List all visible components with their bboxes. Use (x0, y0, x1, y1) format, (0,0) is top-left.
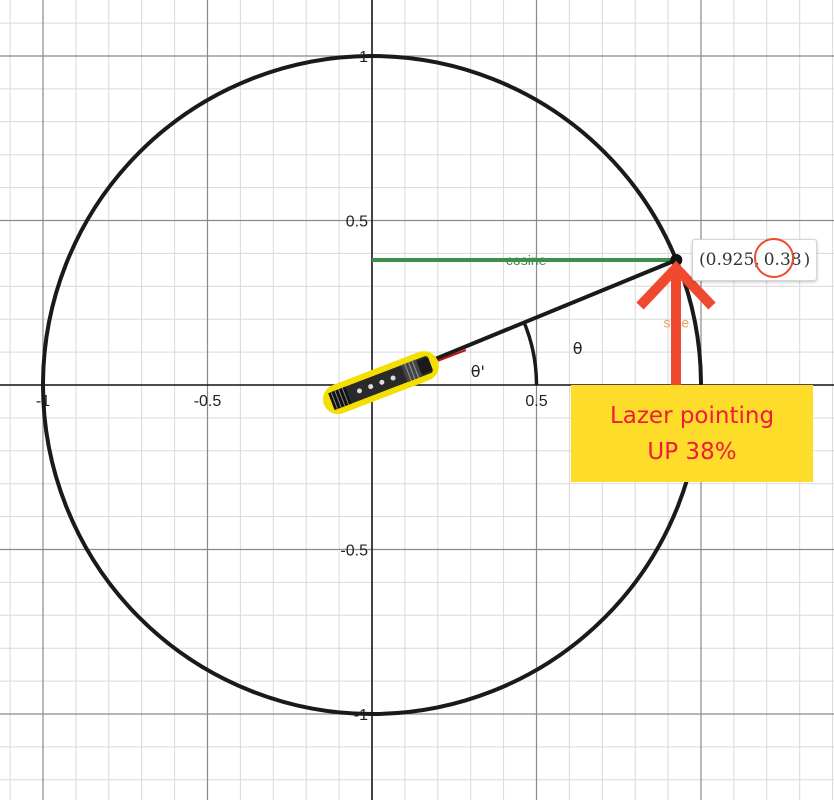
point-coordinate-label: ( 0.925 , 0.38 ) (692, 238, 818, 281)
annotation-note: Lazer pointing UP 38% (571, 385, 813, 482)
cosine-label: cosine (506, 252, 547, 268)
x-tick-label: -0.5 (194, 393, 222, 410)
point-x-value: 0.925 (705, 250, 755, 270)
note-line-2: UP 38% (647, 438, 737, 465)
theta-angle-arc (522, 321, 539, 386)
open-paren: ( (699, 250, 706, 270)
laser-pointer-icon (322, 349, 467, 415)
note-line-1: Lazer pointing (609, 402, 775, 429)
highlight-ring (753, 238, 794, 278)
point-y-value-wrapper: 0.38 (753, 238, 804, 278)
x-tick-label: 0.5 (525, 393, 547, 410)
theta-prime-label: θ' (471, 362, 485, 381)
y-tick-label: -0.5 (340, 543, 368, 560)
close-paren: ) (803, 250, 811, 270)
theta-label: θ (573, 339, 583, 358)
y-tick-label: 0.5 (346, 214, 368, 231)
